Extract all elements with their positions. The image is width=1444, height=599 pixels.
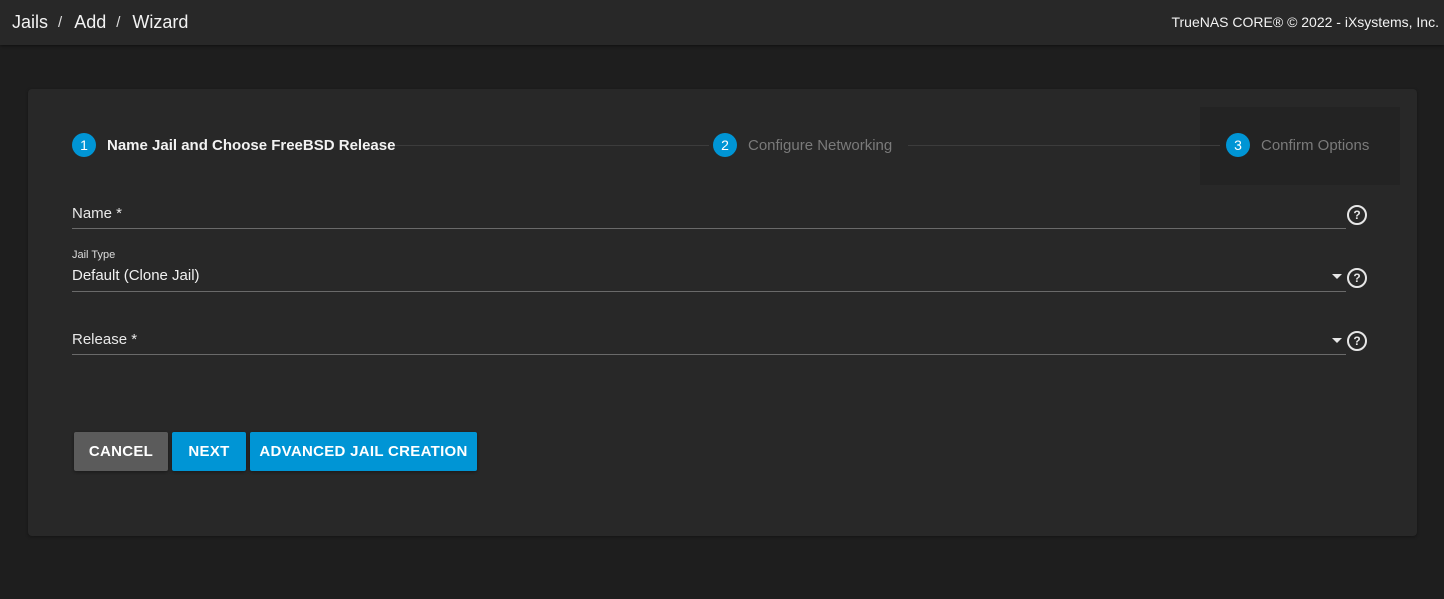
step-confirm-options[interactable]: 3 Confirm Options	[1226, 133, 1369, 157]
step-number-badge: 2	[713, 133, 737, 157]
name-label: Name *	[72, 205, 123, 222]
breadcrumb-add[interactable]: Add	[74, 12, 106, 33]
jail-type-label: Jail Type	[72, 249, 116, 261]
next-button[interactable]: NEXT	[172, 432, 246, 471]
release-label: Release *	[72, 331, 138, 348]
copyright-text: TrueNAS CORE® © 2022 - iXsystems, Inc.	[1171, 14, 1439, 30]
release-underline	[72, 354, 1346, 355]
advanced-jail-creation-button[interactable]: ADVANCED JAIL CREATION	[250, 432, 477, 471]
step-label: Configure Networking	[748, 136, 893, 154]
stepper-connector	[393, 145, 709, 146]
help-circle-icon[interactable]: ?	[1347, 331, 1367, 351]
breadcrumb: Jails / Add / Wizard	[12, 12, 188, 33]
name-field[interactable]: Name *	[72, 201, 1346, 229]
stepper-connector	[908, 145, 1220, 146]
breadcrumb-separator: /	[58, 14, 63, 31]
step-configure-networking[interactable]: 2 Configure Networking	[713, 133, 892, 157]
step-label: Confirm Options	[1261, 136, 1370, 154]
breadcrumb-jails[interactable]: Jails	[12, 12, 48, 33]
breadcrumb-wizard: Wizard	[132, 12, 189, 32]
top-bar: Jails / Add / Wizard TrueNAS CORE® © 202…	[0, 0, 1444, 45]
help-circle-icon[interactable]: ?	[1347, 205, 1367, 225]
help-circle-icon[interactable]: ?	[1347, 268, 1367, 288]
step-number-badge: 1	[72, 133, 96, 157]
cancel-button[interactable]: CANCEL	[74, 432, 168, 471]
name-field-underline	[72, 228, 1346, 229]
step-number-badge: 3	[1226, 133, 1250, 157]
breadcrumb-separator: /	[116, 14, 121, 31]
release-select[interactable]: Release *	[72, 327, 1346, 355]
chevron-down-icon	[1332, 274, 1342, 279]
step-name-jail[interactable]: 1 Name Jail and Choose FreeBSD Release	[72, 133, 395, 157]
jail-type-underline	[72, 291, 1346, 292]
jail-wizard-card: 1 Name Jail and Choose FreeBSD Release 2…	[28, 89, 1417, 536]
step-label: Name Jail and Choose FreeBSD Release	[107, 136, 396, 154]
jail-type-select[interactable]: Jail Type Default (Clone Jail)	[72, 247, 1346, 292]
jail-type-value: Default (Clone Jail)	[72, 267, 200, 284]
chevron-down-icon	[1332, 338, 1342, 343]
